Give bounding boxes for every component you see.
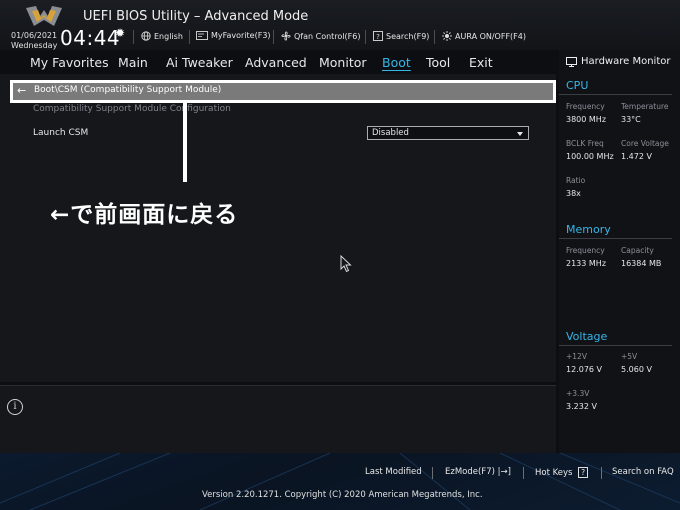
- monitor-icon: [566, 56, 577, 67]
- v33-label: +3.3V: [566, 389, 590, 398]
- bclk-label: BCLK Freq: [566, 139, 604, 148]
- chevron-down-icon: [517, 132, 523, 136]
- annotation-pointer-line: [183, 100, 187, 182]
- memory-capacity-label: Capacity: [621, 246, 654, 255]
- voltage-heading: Voltage: [566, 330, 608, 343]
- aura-button[interactable]: AURA ON/OFF(F4): [442, 31, 526, 41]
- tab-my-favorites[interactable]: My Favorites: [30, 55, 109, 70]
- v12-value: 12.076 V: [566, 365, 603, 374]
- cpu-frequency-value: 3800 MHz: [566, 115, 607, 124]
- tuf-logo-icon: [26, 6, 62, 26]
- memory-frequency-value: 2133 MHz: [566, 259, 607, 268]
- divider: [273, 30, 274, 44]
- aura-icon: [442, 31, 452, 41]
- aura-label: AURA ON/OFF(F4): [455, 31, 526, 41]
- qfan-label: Qfan Control(F6): [294, 31, 361, 41]
- v5-label: +5V: [621, 352, 638, 361]
- back-arrow-icon[interactable]: ←: [17, 84, 26, 97]
- section-label: Compatibility Support Module Configurati…: [33, 104, 231, 114]
- footer: Last Modified EzMode(F7) |→] Hot Keys ? …: [0, 453, 680, 510]
- memory-heading: Memory: [566, 223, 611, 236]
- launch-csm-value: Disabled: [372, 128, 409, 138]
- header: UEFI BIOS Utility – Advanced Mode 01/06/…: [0, 0, 680, 50]
- ezmode-button[interactable]: EzMode(F7) |→]: [445, 467, 511, 477]
- search-faq-button[interactable]: Search on FAQ: [612, 467, 674, 477]
- time-display[interactable]: 04:44: [60, 26, 120, 50]
- divider: [559, 238, 672, 239]
- tab-tool[interactable]: Tool: [426, 55, 450, 70]
- language-label: English: [154, 31, 183, 41]
- weekday-text: Wednesday: [11, 41, 58, 50]
- hardware-monitor-title: Hardware Monitor: [566, 56, 670, 67]
- divider: [133, 30, 134, 44]
- tab-monitor[interactable]: Monitor: [319, 55, 367, 70]
- annotation-text: ←で前画面に戻る: [50, 202, 239, 228]
- v5-value: 5.060 V: [621, 365, 652, 374]
- favorite-icon: [196, 31, 208, 40]
- last-modified-button[interactable]: Last Modified: [365, 467, 422, 477]
- divider: [434, 30, 435, 44]
- app-title: UEFI BIOS Utility – Advanced Mode: [83, 9, 309, 24]
- bclk-value: 100.00 MHz: [566, 152, 614, 161]
- footer-background-pattern: [0, 453, 680, 510]
- date-display: 01/06/2021 Wednesday: [11, 31, 57, 51]
- tab-main[interactable]: Main: [118, 55, 148, 70]
- help-panel: i: [0, 385, 556, 454]
- launch-csm-label: Launch CSM: [33, 128, 89, 138]
- search-icon: ?: [373, 31, 383, 41]
- ezmode-label: EzMode(F7): [445, 467, 495, 477]
- v33-value: 3.232 V: [566, 402, 597, 411]
- memory-capacity-value: 16384 MB: [621, 259, 662, 268]
- divider: [189, 30, 190, 44]
- divider: [559, 345, 672, 346]
- globe-icon: [141, 31, 151, 41]
- hot-keys-button[interactable]: Hot Keys ?: [535, 467, 589, 478]
- ratio-value: 38x: [566, 189, 581, 198]
- breadcrumb-text: Boot\CSM (Compatibility Support Module): [34, 85, 222, 95]
- memory-frequency-label: Frequency: [566, 246, 605, 255]
- tab-boot[interactable]: Boot: [382, 55, 411, 70]
- core-voltage-value: 1.472 V: [621, 152, 652, 161]
- date-text: 01/06/2021: [11, 31, 58, 40]
- svg-text:?: ?: [376, 33, 380, 41]
- v12-label: +12V: [566, 352, 587, 361]
- hot-keys-label: Hot Keys: [535, 468, 573, 478]
- tab-exit[interactable]: Exit: [469, 55, 493, 70]
- ezmode-exit-icon: |→]: [497, 467, 511, 477]
- launch-csm-select[interactable]: Disabled: [367, 126, 529, 140]
- qfan-button[interactable]: Qfan Control(F6): [281, 31, 360, 41]
- cpu-temperature-value: 33°C: [621, 115, 641, 124]
- myfavorite-button[interactable]: MyFavorite(F3): [196, 31, 271, 40]
- hot-keys-key: ?: [578, 467, 589, 478]
- mouse-cursor-icon: [340, 255, 352, 273]
- divider: [601, 467, 602, 479]
- ratio-label: Ratio: [566, 176, 586, 185]
- cpu-temperature-label: Temperature: [621, 102, 669, 111]
- breadcrumb[interactable]: ← Boot\CSM (Compatibility Support Module…: [10, 80, 556, 103]
- divider: [432, 467, 433, 479]
- divider: [365, 30, 366, 44]
- divider: [559, 94, 672, 95]
- search-button[interactable]: ? Search(F9): [373, 31, 429, 41]
- divider: [523, 467, 524, 479]
- tab-ai-tweaker[interactable]: Ai Tweaker: [166, 55, 233, 70]
- core-voltage-label: Core Voltage: [621, 139, 669, 148]
- gear-icon[interactable]: ✹: [115, 26, 125, 40]
- info-icon: i: [7, 399, 23, 415]
- hardware-monitor-label: Hardware Monitor: [581, 56, 671, 67]
- search-label: Search(F9): [386, 31, 430, 41]
- main-tabs: My Favorites Main Ai Tweaker Advanced Mo…: [0, 52, 556, 74]
- hardware-monitor-panel: Hardware Monitor CPU Frequency Temperatu…: [559, 50, 680, 453]
- cpu-frequency-label: Frequency: [566, 102, 605, 111]
- cpu-heading: CPU: [566, 79, 589, 92]
- version-text: Version 2.20.1271. Copyright (C) 2020 Am…: [202, 490, 483, 500]
- fan-icon: [281, 31, 291, 41]
- language-button[interactable]: English: [141, 31, 183, 41]
- myfavorite-label: MyFavorite(F3): [211, 31, 271, 40]
- tab-advanced[interactable]: Advanced: [245, 55, 307, 70]
